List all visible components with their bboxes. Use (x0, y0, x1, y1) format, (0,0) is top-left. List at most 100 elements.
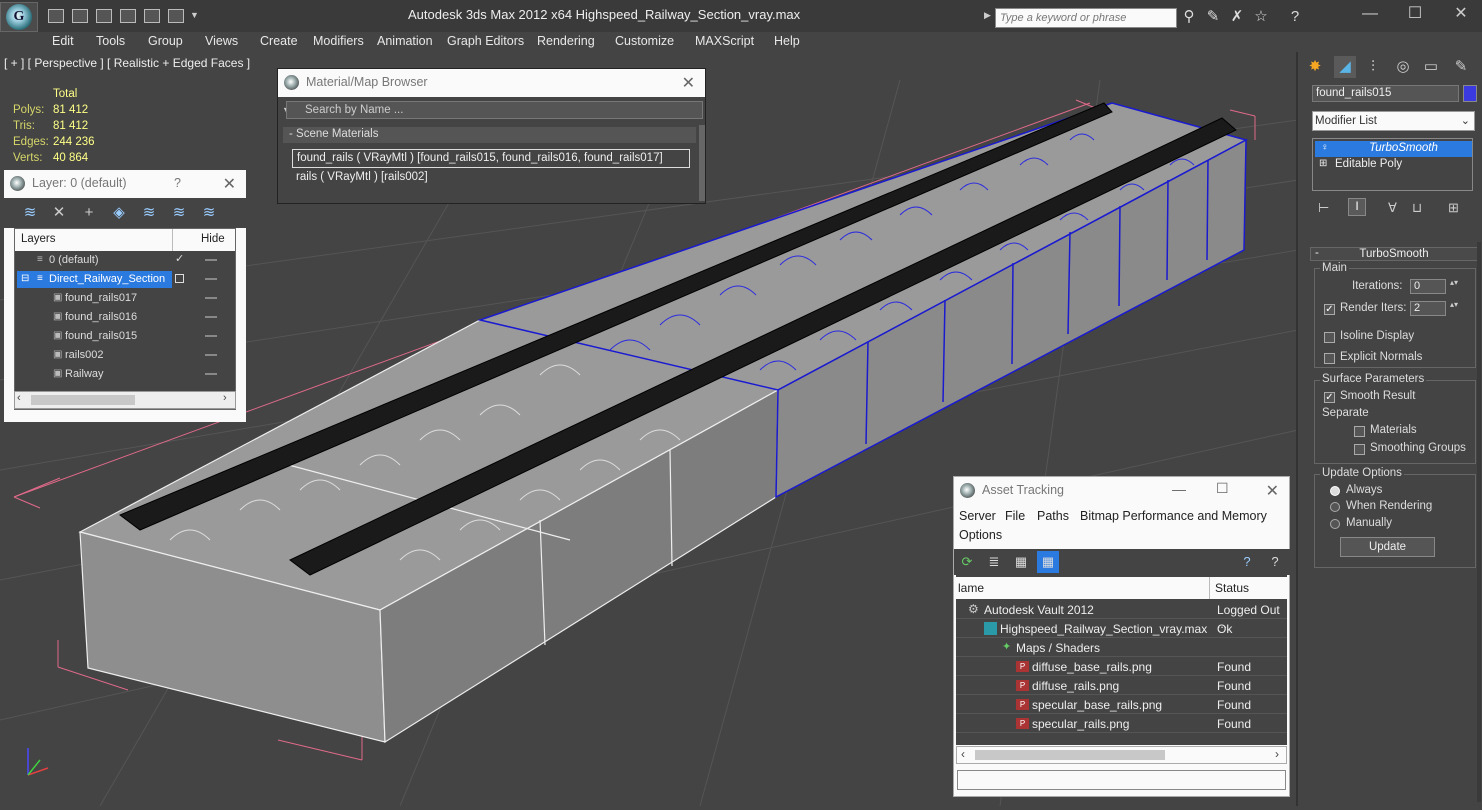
configure-sets-icon[interactable]: ⊞ (1448, 200, 1459, 216)
search-expand-icon[interactable]: ▶ (984, 10, 991, 21)
isoline-display-checkbox[interactable] (1324, 332, 1335, 343)
hide-toggle[interactable] (205, 259, 217, 261)
search-input[interactable]: Type a keyword or phrase (995, 8, 1177, 28)
select-in-layer-icon[interactable]: ◈ (109, 204, 129, 222)
scene-materials-section[interactable]: - Scene Materials (283, 127, 696, 143)
layer-row[interactable]: ▣ found_rails017 (15, 289, 235, 308)
materials-checkbox[interactable] (1354, 426, 1365, 437)
layer-panel-titlebar[interactable]: Layer: 0 (default) ? ✕ (4, 170, 246, 198)
material-browser-titlebar[interactable]: Material/Map Browser ✕ (278, 69, 705, 97)
layer-close-icon[interactable]: ✕ (223, 174, 236, 194)
col-hide[interactable]: Hide (201, 233, 225, 245)
spinner-arrows-icon[interactable]: ▴▾ (1450, 278, 1458, 287)
asset-tracking-titlebar[interactable]: Asset Tracking — ☐ ✕ (954, 477, 1289, 505)
menu-tools[interactable]: Tools (96, 34, 125, 48)
asset-row[interactable]: ✦ Maps / Shaders (956, 638, 1287, 657)
show-end-result-icon[interactable]: I (1348, 198, 1366, 216)
menu-create[interactable]: Create (260, 34, 298, 48)
hide-toggle[interactable] (205, 335, 217, 337)
menu-edit[interactable]: Edit (52, 34, 74, 48)
layer-row[interactable]: ▣ Railway (15, 365, 235, 384)
layer-help-button[interactable]: ? (174, 176, 181, 190)
expand-icon[interactable]: ⊞ (1319, 158, 1327, 169)
asset-menu-options[interactable]: Options (959, 528, 1002, 542)
delete-layer-icon[interactable]: ✕ (49, 204, 69, 222)
asset-close-icon[interactable]: ✕ (1266, 481, 1279, 501)
hide-toggle[interactable] (205, 278, 217, 280)
menu-rendering[interactable]: Rendering (537, 34, 595, 48)
undo-icon[interactable] (120, 9, 136, 23)
always-radio[interactable] (1330, 486, 1340, 496)
hide-toggle[interactable] (205, 297, 217, 299)
refresh-icon[interactable]: ⟳ (958, 553, 976, 571)
asset-menu-paths[interactable]: Paths (1037, 509, 1069, 523)
scroll-left-icon[interactable]: ‹ (17, 392, 21, 404)
modifier-list-dropdown[interactable]: Modifier List ⌄ (1312, 111, 1475, 131)
whats-this-icon[interactable]: ? (1266, 553, 1284, 571)
tools-icon[interactable]: ✗ (1228, 8, 1246, 26)
menu-graph-editors[interactable]: Graph Editors (447, 34, 524, 48)
maximize-button[interactable]: ☐ (1400, 4, 1430, 24)
lightbulb-icon[interactable]: ♀ (1321, 142, 1329, 153)
scroll-thumb[interactable] (975, 750, 1165, 760)
help-icon[interactable]: ? (1286, 8, 1304, 26)
explicit-normals-checkbox[interactable] (1324, 353, 1335, 364)
minimize-button[interactable]: — (1355, 4, 1385, 24)
scroll-right-icon[interactable]: › (1275, 747, 1279, 761)
menu-maxscript[interactable]: MAXScript (695, 34, 754, 48)
quick-access-dropdown-icon[interactable]: ▼ (190, 10, 199, 20)
asset-row[interactable]: ⚙ Autodesk Vault 2012 Logged Out ... (956, 600, 1287, 631)
app-menu-button[interactable]: G (0, 2, 38, 32)
material-item[interactable]: rails ( VRayMtl ) [rails002] (292, 169, 690, 188)
layer-row[interactable]: ▣ rails002 (15, 346, 235, 365)
object-name-field[interactable]: found_rails015 (1312, 85, 1459, 102)
material-browser-scrollbar[interactable] (699, 125, 705, 201)
asset-status-field[interactable] (957, 770, 1286, 790)
make-unique-icon[interactable]: ∀ (1388, 200, 1397, 216)
thumbnail-view-icon[interactable]: ▦ (1012, 553, 1030, 571)
open-file-icon[interactable] (72, 9, 88, 23)
close-button[interactable]: ✕ (1446, 4, 1476, 24)
remove-modifier-icon[interactable]: ⊔ (1412, 200, 1422, 216)
stack-item-turbosmooth[interactable]: ♀ TurboSmooth (1315, 141, 1472, 157)
asset-help-icon[interactable]: ? (1238, 553, 1256, 571)
menu-customize[interactable]: Customize (615, 34, 674, 48)
wrench-icon[interactable]: ✎ (1204, 8, 1222, 26)
update-button[interactable]: Update (1340, 537, 1435, 557)
active-check-icon[interactable]: ✓ (175, 252, 184, 265)
display-tab-icon[interactable]: ▭ (1420, 56, 1442, 78)
asset-row[interactable]: P diffuse_rails.png Found (956, 676, 1287, 695)
star-icon[interactable]: ☆ (1252, 8, 1270, 26)
asset-horizontal-scrollbar[interactable]: ‹ › (956, 746, 1287, 764)
smoothing-groups-checkbox[interactable] (1354, 444, 1365, 455)
modify-tab-icon[interactable]: ◢ (1334, 56, 1356, 78)
current-layer-icon[interactable] (175, 274, 184, 283)
hide-toggle[interactable] (205, 354, 217, 356)
maximize-icon[interactable]: ☐ (1216, 480, 1229, 497)
asset-row[interactable]: Highspeed_Railway_Section_vray.max Ok (956, 619, 1287, 638)
layer-row[interactable]: ⊟ ≡ Direct_Railway_Section (15, 270, 235, 289)
motion-tab-icon[interactable]: ◎ (1392, 56, 1414, 78)
freeze-all-layers-icon[interactable]: ≋ (199, 204, 219, 222)
col-status[interactable]: Status (1215, 581, 1249, 595)
viewport-label[interactable]: [ + ] [ Perspective ] [ Realistic + Edge… (4, 56, 250, 70)
create-tab-icon[interactable]: ✸ (1304, 56, 1326, 78)
layer-row[interactable]: ▣ found_rails015 (15, 327, 235, 346)
utilities-tab-icon[interactable]: ✎ (1450, 56, 1472, 78)
asset-menu-server[interactable]: Server (959, 509, 996, 523)
material-item[interactable]: found_rails ( VRayMtl ) [found_rails015,… (292, 149, 690, 168)
spinner-arrows-icon[interactable]: ▴▾ (1450, 300, 1458, 309)
layer-row[interactable]: ▣ found_rails016 (15, 308, 235, 327)
project-folder-icon[interactable] (168, 9, 184, 23)
manually-radio[interactable] (1330, 519, 1340, 529)
asset-row[interactable]: P specular_base_rails.png Found (956, 695, 1287, 714)
asset-row[interactable]: P diffuse_base_rails.png Found (956, 657, 1287, 676)
table-view-icon[interactable]: ▦ (1037, 551, 1059, 573)
add-to-layer-icon[interactable]: + (79, 204, 99, 222)
menu-modifiers[interactable]: Modifiers (313, 34, 364, 48)
create-layer-icon[interactable]: ≋ (20, 204, 40, 222)
menu-help[interactable]: Help (774, 34, 800, 48)
asset-menu-bitmap[interactable]: Bitmap Performance and Memory (1080, 509, 1267, 523)
hide-all-layers-icon[interactable]: ≋ (169, 204, 189, 222)
menu-views[interactable]: Views (205, 34, 238, 48)
